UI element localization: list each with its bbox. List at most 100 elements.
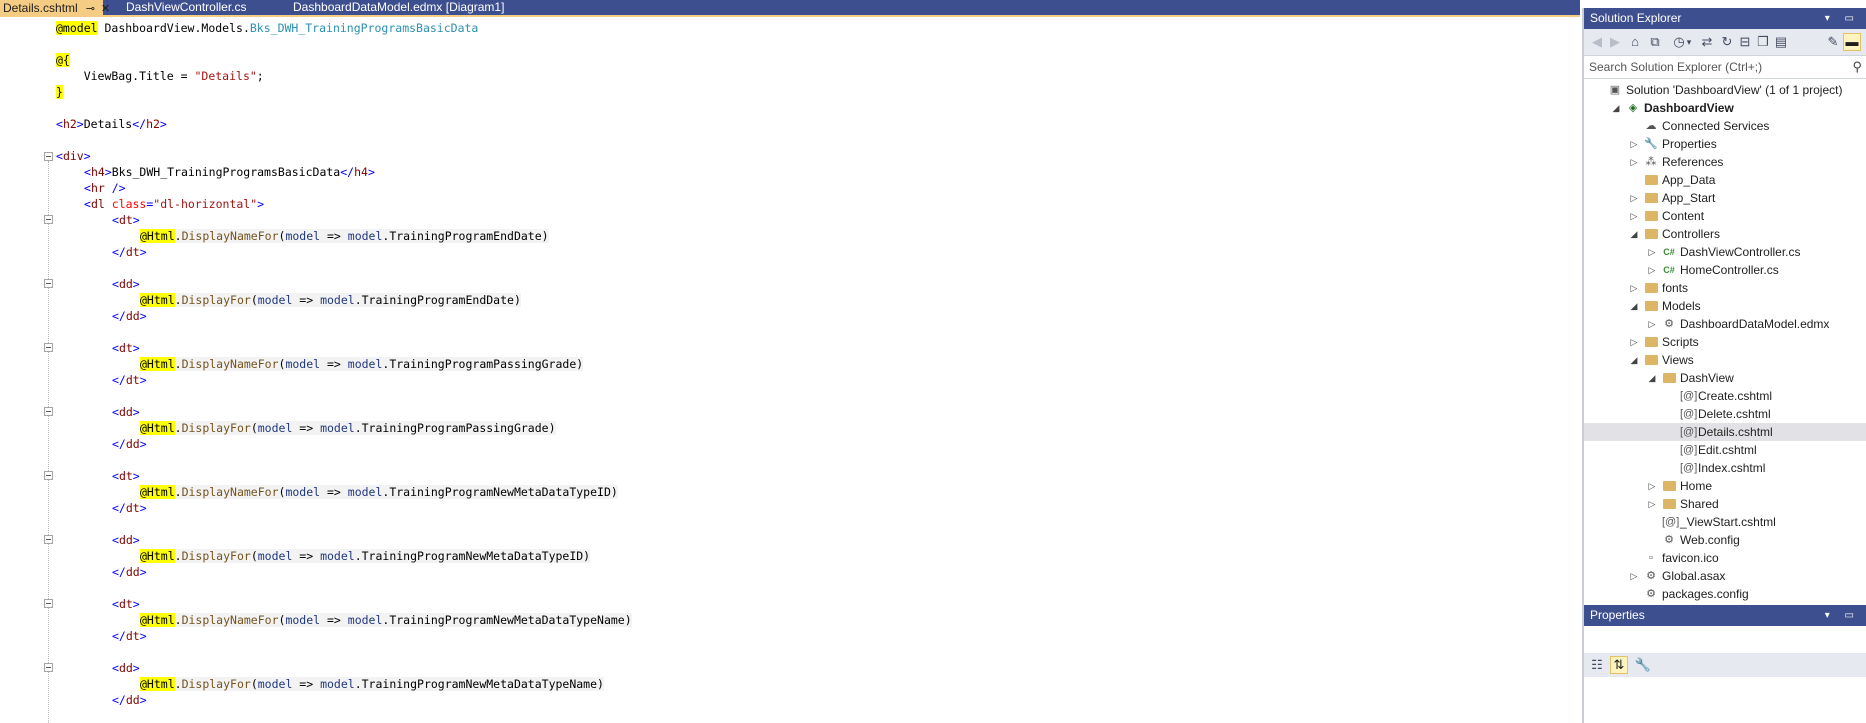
code-line-html-helper: @Html.DisplayFor(model => model.Training… (140, 421, 556, 435)
search-icon[interactable]: ⚲ (1852, 56, 1862, 78)
expand-arrow-icon[interactable]: ▷ (1628, 135, 1640, 153)
tab-dashboarddatamodel-edmx[interactable]: DashboardDataModel.edmx [Diagram1] (290, 0, 545, 15)
tree-item-label: Connected Services (1662, 119, 1770, 133)
tree-item[interactable]: ⚙ Web.config (1584, 531, 1866, 549)
tree-item[interactable]: ▣ Solution 'DashboardView' (1 of 1 projec… (1584, 81, 1866, 99)
home-icon[interactable]: ⌂ (1626, 33, 1644, 51)
outline-toggle[interactable] (44, 343, 53, 352)
collapse-arrow-icon[interactable]: ◢ (1610, 99, 1622, 117)
tree-item[interactable]: [@] Delete.cshtml (1584, 405, 1866, 423)
tree-item-label: _ViewStart.cshtml (1680, 515, 1776, 529)
tree-item[interactable]: ▷ ⚙ DashboardDataModel.edmx (1584, 315, 1866, 333)
tree-item[interactable]: ▷ fonts (1584, 279, 1866, 297)
back-icon[interactable]: ◀ (1588, 33, 1606, 51)
expand-arrow-icon[interactable]: ▷ (1646, 261, 1658, 279)
outline-toggle[interactable] (44, 535, 53, 544)
expand-arrow-icon[interactable]: ▷ (1628, 279, 1640, 297)
tree-item[interactable]: ▷ ⁂ References (1584, 153, 1866, 171)
tree-item-label: Details.cshtml (1698, 425, 1773, 439)
outline-toggle[interactable] (44, 599, 53, 608)
indent-guide (48, 161, 50, 723)
chevron-down-icon[interactable]: ▾ (1684, 33, 1694, 51)
code-editor[interactable]: @model DashboardView.Models.Bks_DWH_Trai… (0, 17, 1580, 723)
tree-item[interactable]: ▷ Scripts (1584, 333, 1866, 351)
pin-icon[interactable]: ▬ (1843, 33, 1861, 51)
refresh-icon[interactable]: ↻ (1718, 33, 1736, 51)
properties-icon[interactable]: ✎ (1824, 33, 1842, 51)
outline-toggle[interactable] (44, 471, 53, 480)
file-type-icon: ⚙ (1646, 588, 1656, 600)
expand-arrow-icon[interactable]: ▷ (1646, 243, 1658, 261)
outline-toggle[interactable] (44, 407, 53, 416)
tree-item[interactable]: ⚙ packages.config (1584, 585, 1866, 603)
tab-dashviewcontroller-cs[interactable]: DashViewController.cs (123, 0, 273, 15)
forward-icon[interactable]: ▶ (1606, 33, 1624, 51)
tree-item[interactable]: ◢ Views (1584, 351, 1866, 369)
expand-arrow-icon[interactable]: ▷ (1628, 153, 1640, 171)
tree-item[interactable]: ▫ favicon.ico (1584, 549, 1866, 567)
tree-item[interactable]: ▷ Content (1584, 207, 1866, 225)
solution-tree: ▣ Solution 'DashboardView' (1 of 1 projec… (1584, 79, 1866, 606)
tree-item[interactable]: [@] Edit.cshtml (1584, 441, 1866, 459)
outline-toggle[interactable] (44, 279, 53, 288)
expand-arrow-icon[interactable]: ▷ (1646, 315, 1658, 333)
alphabetical-icon[interactable]: ⇅ (1610, 656, 1628, 674)
expand-arrow-icon[interactable]: ▷ (1646, 495, 1658, 513)
tree-item[interactable]: ▷ Shared (1584, 495, 1866, 513)
tree-item[interactable]: [@] _ViewStart.cshtml (1584, 513, 1866, 531)
tree-item[interactable]: [@] Index.cshtml (1584, 459, 1866, 477)
outline-toggle[interactable] (44, 215, 53, 224)
collapse-arrow-icon[interactable]: ◢ (1628, 351, 1640, 369)
tree-item[interactable]: ◢ DashView (1584, 369, 1866, 387)
tree-item-label: Scripts (1662, 335, 1699, 349)
collapse-arrow-icon[interactable]: ◢ (1628, 297, 1640, 315)
expand-arrow-icon[interactable]: ▷ (1646, 477, 1658, 495)
tree-item[interactable]: ☁ Connected Services (1584, 117, 1866, 135)
tree-item-label: References (1662, 155, 1724, 169)
categorized-icon[interactable]: ☷ (1588, 656, 1606, 674)
tree-item[interactable]: ◢ Models (1584, 297, 1866, 315)
outline-toggle[interactable] (44, 152, 53, 161)
search-input[interactable] (1584, 56, 1841, 78)
switch-views-icon[interactable]: ⧉ (1646, 33, 1664, 51)
code-line-html-helper: @Html.DisplayNameFor(model => model.Trai… (140, 357, 584, 371)
code-line-dd-tag: </dd> (112, 437, 147, 451)
expand-arrow-icon[interactable]: ▷ (1628, 333, 1640, 351)
tree-item[interactable]: App_Data (1584, 171, 1866, 189)
file-type-icon: [@] (1680, 408, 1698, 420)
outline-toggle[interactable] (44, 663, 53, 672)
preview-icon[interactable]: ▤ (1772, 33, 1790, 51)
tree-item-label: favicon.ico (1662, 551, 1719, 565)
code-line-dt-tag: </dt> (112, 501, 147, 515)
sync-icon[interactable]: ⇄ (1698, 33, 1716, 51)
properties-object-selector[interactable] (1584, 626, 1866, 653)
panel-window-buttons[interactable]: ▾ ▭ (1825, 605, 1860, 626)
tree-item[interactable]: ▷ Home (1584, 477, 1866, 495)
folder-icon (1662, 479, 1676, 493)
expand-arrow-icon[interactable]: ▷ (1628, 189, 1640, 207)
show-all-files-icon[interactable]: ❐ (1754, 33, 1772, 51)
code-line-html-helper: @Html.DisplayFor(model => model.Training… (140, 549, 591, 563)
collapse-arrow-icon[interactable]: ◢ (1646, 369, 1658, 387)
file-type-icon: ☁ (1645, 120, 1657, 132)
panel-window-buttons[interactable]: ▾ ▭ (1825, 8, 1860, 29)
tree-item[interactable]: [@] Create.cshtml (1584, 387, 1866, 405)
file-type-icon: [@] (1680, 390, 1698, 402)
expand-arrow-icon[interactable]: ▷ (1628, 567, 1640, 585)
tree-item[interactable]: ▷ ⚙ Global.asax (1584, 567, 1866, 585)
tree-item[interactable]: ◢ ◈ DashboardView (1584, 99, 1866, 117)
tree-item-label: Properties (1662, 137, 1717, 151)
tree-item[interactable]: ▷ C# DashViewController.cs (1584, 243, 1866, 261)
tree-item[interactable]: [@] Details.cshtml (1584, 423, 1866, 441)
code-line-dd-tag: <dd> (112, 277, 140, 291)
property-pages-icon[interactable]: 🔧 (1634, 656, 1652, 674)
tree-item[interactable]: ◢ Controllers (1584, 225, 1866, 243)
file-type-icon: ⚙ (1664, 318, 1674, 330)
tree-item[interactable]: ▷ App_Start (1584, 189, 1866, 207)
expand-arrow-icon[interactable]: ▷ (1628, 207, 1640, 225)
tree-item[interactable]: ▷ C# HomeController.cs (1584, 261, 1866, 279)
collapse-all-icon[interactable]: ⊟ (1736, 33, 1754, 51)
file-type-icon: ⚙ (1646, 570, 1656, 582)
collapse-arrow-icon[interactable]: ◢ (1628, 225, 1640, 243)
tree-item[interactable]: ▷ 🔧 Properties (1584, 135, 1866, 153)
